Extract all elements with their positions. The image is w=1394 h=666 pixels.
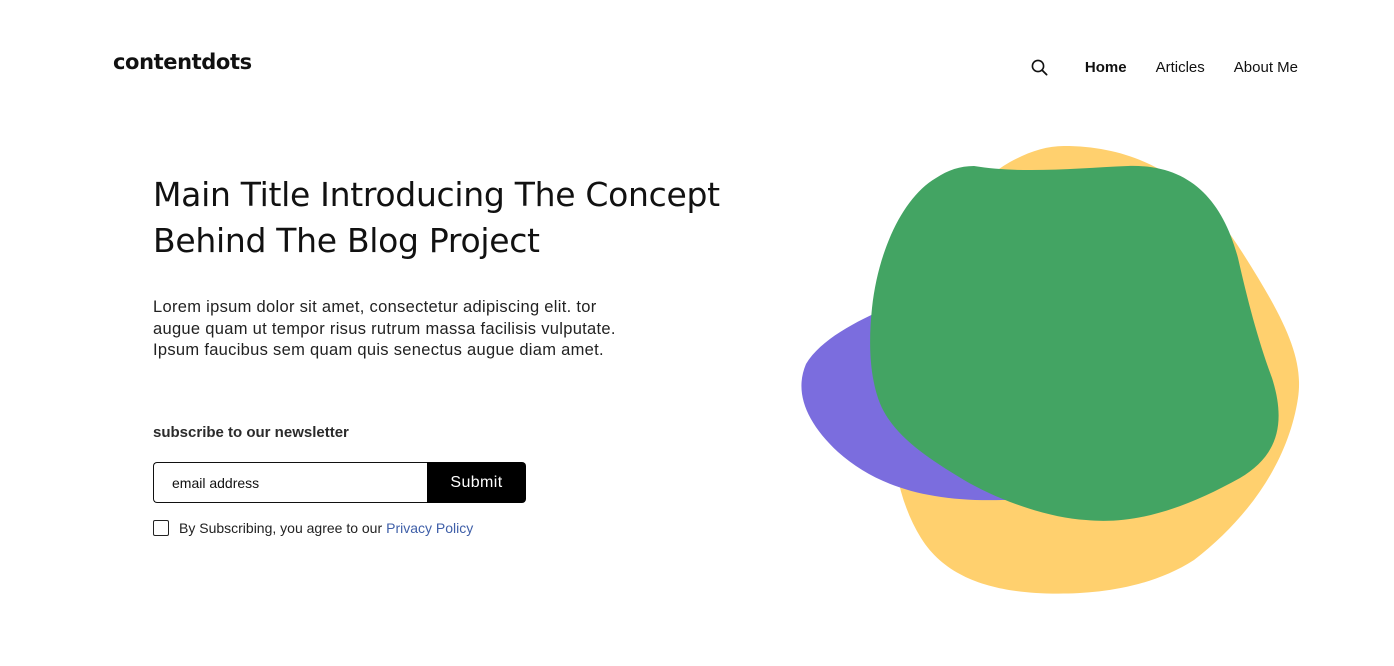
privacy-policy-link[interactable]: Privacy Policy <box>386 520 473 536</box>
main-nav: Home Articles About Me <box>1031 56 1298 78</box>
hero-title: Main Title Introducing The Concept Behin… <box>153 175 720 260</box>
consent-row: By Subscribing, you agree to our Privacy… <box>153 520 473 536</box>
subscribe-form: Submit <box>153 462 526 503</box>
nav-link-articles[interactable]: Articles <box>1156 59 1205 76</box>
consent-checkbox[interactable] <box>153 520 169 536</box>
logo[interactable]: contentdots <box>113 50 252 74</box>
email-input[interactable] <box>153 462 427 503</box>
newsletter-heading: subscribe to our newsletter <box>153 424 349 441</box>
search-icon[interactable] <box>1031 58 1049 76</box>
submit-button[interactable]: Submit <box>427 462 526 503</box>
decorative-blobs <box>801 146 1300 594</box>
nav-link-about-me[interactable]: About Me <box>1234 59 1298 76</box>
nav-link-home[interactable]: Home <box>1085 59 1127 76</box>
consent-text: By Subscribing, you agree to our <box>179 520 383 536</box>
hero-description: Lorem ipsum dolor sit amet, consectetur … <box>153 298 616 359</box>
